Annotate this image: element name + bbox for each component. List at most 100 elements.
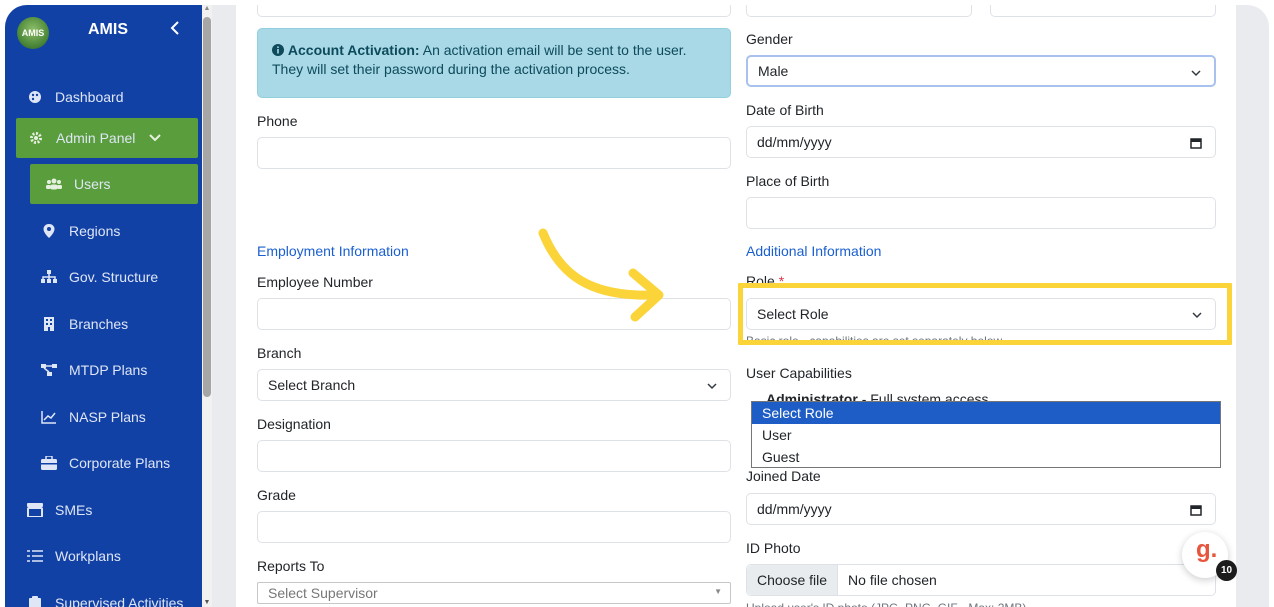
- grade-label: Grade: [257, 487, 296, 503]
- reports-to-label: Reports To: [257, 558, 325, 574]
- reports-to-select-value: Select Supervisor: [268, 585, 378, 601]
- chart-line-icon: [41, 409, 57, 425]
- account-activation-alert: Account Activation: An activation email …: [257, 28, 731, 98]
- sidebar-item-label: Branches: [69, 316, 129, 332]
- palette-icon: [27, 89, 43, 105]
- sidebar-item-label: Corporate Plans: [69, 455, 171, 471]
- app-logo: AMIS: [17, 17, 49, 49]
- info-icon: [272, 42, 284, 58]
- dob-label: Date of Birth: [746, 102, 824, 118]
- sidebar-item-branches[interactable]: Branches: [5, 304, 198, 344]
- sidebar: AMIS AMIS Dashboard Admin Panel Users Re…: [5, 5, 212, 607]
- role-option-user[interactable]: User: [752, 424, 1220, 446]
- brand-name: AMIS: [88, 21, 128, 38]
- sidebar-item-label: Dashboard: [55, 89, 124, 105]
- additional-section-title: Additional Information: [746, 243, 882, 259]
- sidebar-item-label: NASP Plans: [69, 409, 146, 425]
- dob-input-value: dd/mm/yyyy: [757, 134, 832, 150]
- top-field-right[interactable]: [990, 5, 1216, 17]
- scroll-up-arrow-icon[interactable]: ▲: [203, 5, 211, 13]
- sidebar-item-mtdp-plans[interactable]: MTDP Plans: [5, 350, 198, 390]
- id-photo-file-input[interactable]: Choose file No file chosen: [746, 564, 1216, 596]
- capabilities-label: User Capabilities: [746, 365, 852, 381]
- gender-select[interactable]: Male: [746, 55, 1216, 87]
- branch-select-value: Select Branch: [268, 377, 356, 393]
- role-dropdown-list[interactable]: Select Role User Guest: [751, 401, 1221, 468]
- role-option-guest[interactable]: Guest: [752, 446, 1220, 468]
- sidebar-item-nasp-plans[interactable]: NASP Plans: [5, 397, 198, 437]
- capability-administrator[interactable]: Administrator - Full system access: [766, 391, 989, 401]
- sidebar-item-label: Regions: [69, 223, 121, 239]
- clipboard-icon: [27, 595, 43, 607]
- sidebar-item-label: Workplans: [55, 548, 121, 564]
- users-icon: [46, 176, 62, 192]
- sidebar-item-label: Gov. Structure: [69, 269, 159, 285]
- gender-label: Gender: [746, 31, 793, 47]
- sidebar-scroll-thumb[interactable]: [203, 17, 211, 397]
- grade-input[interactable]: [257, 511, 731, 543]
- calendar-icon[interactable]: [1190, 503, 1202, 516]
- sidebar-item-admin-panel[interactable]: Admin Panel: [16, 118, 198, 158]
- employment-section-title: Employment Information: [257, 243, 409, 259]
- help-widget-logo: g.: [1196, 536, 1218, 563]
- gender-select-value: Male: [758, 63, 789, 79]
- building-icon: [41, 316, 57, 332]
- chevron-down-icon: [706, 379, 718, 391]
- sidebar-item-label: Users: [74, 176, 111, 192]
- calendar-icon[interactable]: [1190, 136, 1202, 149]
- designation-label: Designation: [257, 416, 331, 432]
- project-diagram-icon: [41, 362, 57, 378]
- map-marker-icon: [41, 223, 57, 239]
- branch-label: Branch: [257, 345, 302, 361]
- choose-file-button[interactable]: Choose file: [747, 565, 839, 595]
- sidebar-item-label: MTDP Plans: [69, 362, 148, 378]
- branch-select[interactable]: Select Branch: [257, 369, 731, 401]
- sidebar-scrollbar[interactable]: ▲ ▼: [202, 5, 212, 607]
- pointer-arrow-icon: [538, 228, 664, 322]
- role-select-highlight: [738, 283, 1232, 345]
- list-icon: [27, 548, 43, 564]
- sidebar-item-dashboard[interactable]: Dashboard: [5, 77, 198, 117]
- notification-badge: 10: [1216, 560, 1237, 581]
- caret-down-icon: ▼: [714, 587, 722, 596]
- joined-date-value: dd/mm/yyyy: [757, 501, 832, 517]
- sidebar-item-regions[interactable]: Regions: [5, 211, 198, 251]
- pob-label: Place of Birth: [746, 173, 830, 189]
- pob-input[interactable]: [746, 197, 1216, 229]
- sidebar-brand: AMIS AMIS: [5, 5, 204, 61]
- briefcase-icon: [41, 455, 57, 471]
- sidebar-item-supervised-activities[interactable]: Supervised Activities: [5, 583, 198, 607]
- id-photo-label: ID Photo: [746, 540, 801, 556]
- phone-input[interactable]: [257, 137, 731, 169]
- sidebar-item-label: Supervised Activities: [55, 595, 184, 607]
- designation-input[interactable]: [257, 440, 731, 472]
- id-photo-help-text: Upload user's ID photo (JPG, PNG, GIF - …: [746, 601, 1026, 607]
- phone-label: Phone: [257, 113, 298, 129]
- chevron-down-icon: [149, 130, 162, 146]
- sidebar-item-smes[interactable]: SMEs: [5, 490, 198, 530]
- chevron-down-icon: [1190, 66, 1202, 78]
- sidebar-item-gov-structure[interactable]: Gov. Structure: [5, 257, 198, 297]
- scroll-down-arrow-icon[interactable]: ▼: [203, 599, 211, 607]
- dob-input[interactable]: dd/mm/yyyy: [746, 126, 1216, 158]
- sidebar-item-label: Admin Panel: [56, 130, 136, 146]
- role-option-select-role[interactable]: Select Role: [752, 402, 1220, 424]
- joined-date-input[interactable]: dd/mm/yyyy: [746, 493, 1216, 525]
- reports-to-select[interactable]: Select Supervisor ▼: [257, 582, 731, 604]
- no-file-text: No file chosen: [848, 572, 937, 588]
- sidebar-item-corporate-plans[interactable]: Corporate Plans: [5, 443, 198, 483]
- capability-desc: - Full system access: [861, 391, 989, 401]
- alert-title: Account Activation:: [287, 42, 420, 58]
- store-icon: [27, 502, 43, 518]
- employee-number-label: Employee Number: [257, 274, 373, 290]
- capability-name: Administrator: [766, 391, 858, 401]
- chevron-left-icon: [170, 21, 179, 35]
- sidebar-item-users[interactable]: Users: [30, 164, 198, 204]
- collapse-sidebar-button[interactable]: [165, 18, 185, 42]
- gear-icon: [28, 130, 44, 146]
- top-field-mid[interactable]: [746, 5, 972, 17]
- sitemap-icon: [41, 269, 57, 285]
- top-field-left[interactable]: [257, 5, 731, 17]
- sidebar-item-workplans[interactable]: Workplans: [5, 536, 198, 576]
- sidebar-item-label: SMEs: [55, 502, 93, 518]
